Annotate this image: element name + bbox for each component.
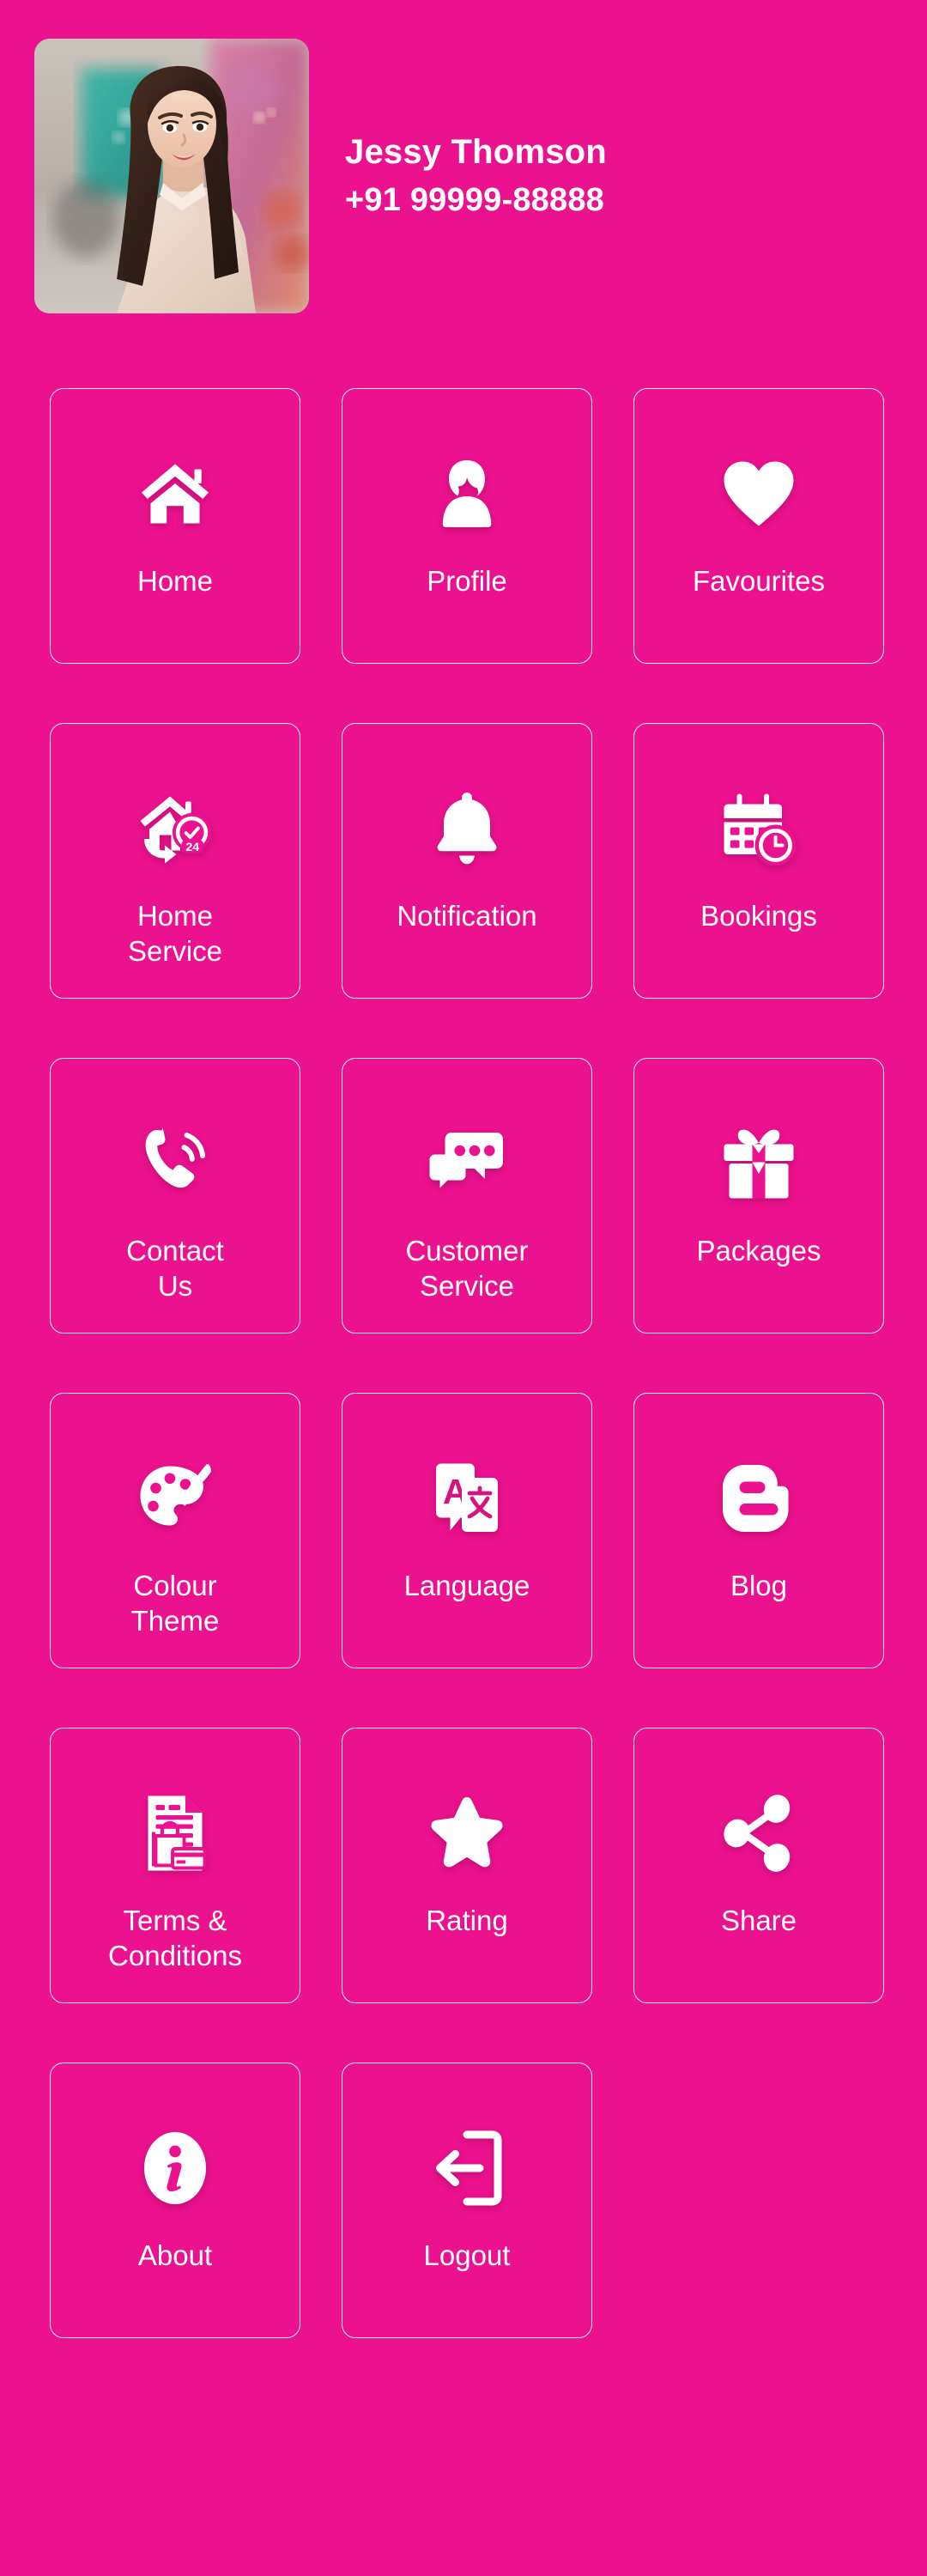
menu-label: Share xyxy=(720,1905,797,1936)
heart-icon xyxy=(718,442,800,545)
menu-label: Rating xyxy=(426,1905,508,1936)
menu-tile-contact-us[interactable]: Contact Us xyxy=(50,1058,300,1334)
menu-tile-notification[interactable]: Notification xyxy=(342,723,592,999)
menu-label: Home xyxy=(136,565,214,597)
menu-label: Logout xyxy=(423,2239,511,2271)
menu-tile-home[interactable]: Home xyxy=(50,388,300,664)
menu-tile-packages[interactable]: Packages xyxy=(633,1058,884,1334)
menu-label: Customer Service xyxy=(405,1235,529,1302)
menu-label: Notification xyxy=(397,900,537,932)
menu-tile-customer-service[interactable]: Customer Service xyxy=(342,1058,592,1334)
menu-label: Contact Us xyxy=(126,1235,224,1302)
menu-tile-bookings[interactable]: Bookings xyxy=(633,723,884,999)
profile-phone: +91 99999-88888 xyxy=(345,182,605,219)
menu-grid: Home Profile Favourites 24 Home Service … xyxy=(50,388,884,2338)
phone-call-icon xyxy=(134,1112,216,1215)
app-screen: Jessy Thomson +91 99999-88888 Home Profi… xyxy=(0,0,927,2576)
menu-tile-rating[interactable]: Rating xyxy=(342,1728,592,2003)
document-icon xyxy=(134,1782,216,1885)
home-icon xyxy=(134,442,216,545)
translate-icon: A xyxy=(426,1447,508,1550)
info-icon xyxy=(134,2117,216,2220)
menu-label: Favourites xyxy=(692,565,826,597)
palette-icon xyxy=(134,1447,216,1550)
profile-header: Jessy Thomson +91 99999-88888 xyxy=(34,39,893,313)
menu-label: About xyxy=(137,2239,213,2271)
menu-label: Colour Theme xyxy=(130,1570,220,1637)
menu-tile-language[interactable]: A Language xyxy=(342,1393,592,1668)
menu-tile-terms-conditions[interactable]: Terms & Conditions xyxy=(50,1728,300,2003)
menu-tile-home-service[interactable]: 24 Home Service xyxy=(50,723,300,999)
menu-tile-colour-theme[interactable]: Colour Theme xyxy=(50,1393,300,1668)
profile-text: Jessy Thomson +91 99999-88888 xyxy=(345,133,607,219)
blogger-icon xyxy=(718,1447,800,1550)
profile-icon xyxy=(426,442,508,545)
gift-icon xyxy=(718,1112,800,1215)
menu-tile-share[interactable]: Share xyxy=(633,1728,884,2003)
menu-label: Bookings xyxy=(700,900,817,932)
menu-tile-profile[interactable]: Profile xyxy=(342,388,592,664)
menu-label: Language xyxy=(403,1570,530,1601)
menu-label: Terms & Conditions xyxy=(108,1905,242,1971)
logout-icon xyxy=(426,2117,508,2220)
bell-icon xyxy=(426,777,508,880)
star-icon xyxy=(426,1782,508,1885)
share-icon xyxy=(718,1782,800,1885)
menu-label: Home Service xyxy=(127,900,223,967)
avatar-photo xyxy=(34,39,309,313)
menu-tile-blog[interactable]: Blog xyxy=(633,1393,884,1668)
svg-text:24: 24 xyxy=(185,841,199,854)
menu-label: Blog xyxy=(730,1570,788,1601)
calendar-clock-icon xyxy=(718,777,800,880)
profile-name: Jessy Thomson xyxy=(345,133,607,172)
menu-label: Profile xyxy=(427,565,507,597)
menu-tile-logout[interactable]: Logout xyxy=(342,2063,592,2338)
menu-label: Packages xyxy=(696,1235,821,1267)
home-service-icon: 24 xyxy=(134,777,216,880)
menu-tile-favourites[interactable]: Favourites xyxy=(633,388,884,664)
avatar[interactable] xyxy=(34,39,309,313)
menu-tile-about[interactable]: About xyxy=(50,2063,300,2338)
chat-bubbles-icon xyxy=(426,1112,508,1215)
